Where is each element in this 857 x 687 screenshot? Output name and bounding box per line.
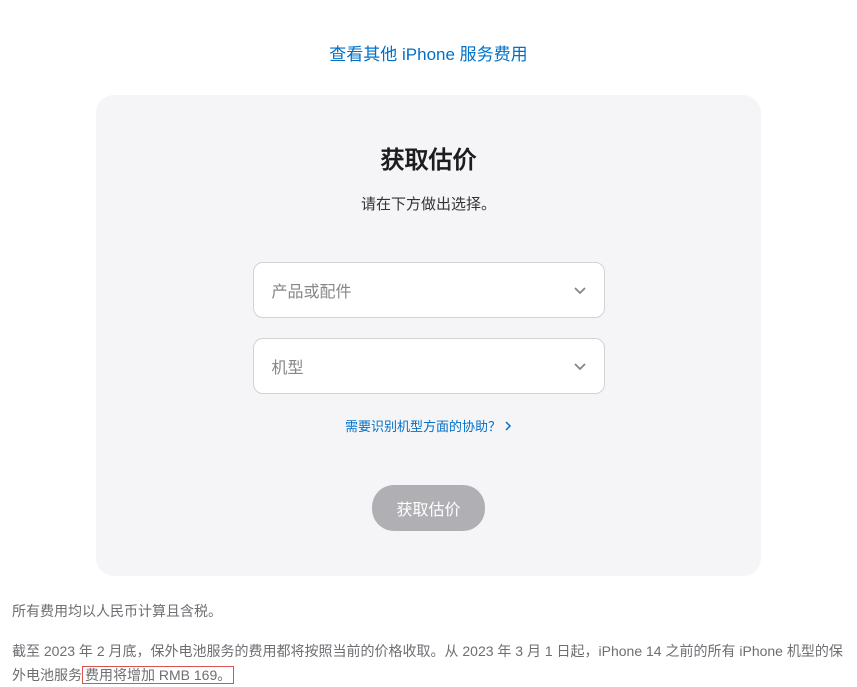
help-identify-link[interactable]: 需要识别机型方面的协助？ (136, 416, 721, 435)
model-select[interactable]: 机型 (253, 338, 605, 394)
button-wrapper: 获取估价 (136, 485, 721, 531)
product-select[interactable]: 产品或配件 (253, 262, 605, 318)
card-title: 获取估价 (136, 140, 721, 175)
footer-price-note: 截至 2023 年 2 月底，保外电池服务的费用都将按照当前的价格收取。从 20… (12, 640, 845, 687)
footer-tax-note: 所有费用均以人民币计算且含税。 (12, 600, 845, 624)
help-link-label: 需要识别机型方面的协助？ (345, 416, 501, 435)
footer-text: 所有费用均以人民币计算且含税。 截至 2023 年 2 月底，保外电池服务的费用… (10, 576, 847, 687)
model-select-wrapper: 机型 (253, 338, 605, 394)
model-select-placeholder: 机型 (272, 354, 304, 378)
other-services-link[interactable]: 查看其他 iPhone 服务费用 (10, 0, 847, 95)
card-subtitle: 请在下方做出选择。 (136, 193, 721, 214)
get-estimate-button[interactable]: 获取估价 (372, 485, 484, 531)
highlighted-text: 费用将增加 RMB 169。 (82, 666, 234, 684)
product-select-placeholder: 产品或配件 (272, 278, 352, 302)
page-container: 查看其他 iPhone 服务费用 获取估价 请在下方做出选择。 产品或配件 机型 (0, 0, 857, 687)
chevron-right-icon (505, 421, 512, 431)
estimate-card: 获取估价 请在下方做出选择。 产品或配件 机型 需要识别机型方面 (96, 95, 761, 576)
product-select-wrapper: 产品或配件 (253, 262, 605, 318)
